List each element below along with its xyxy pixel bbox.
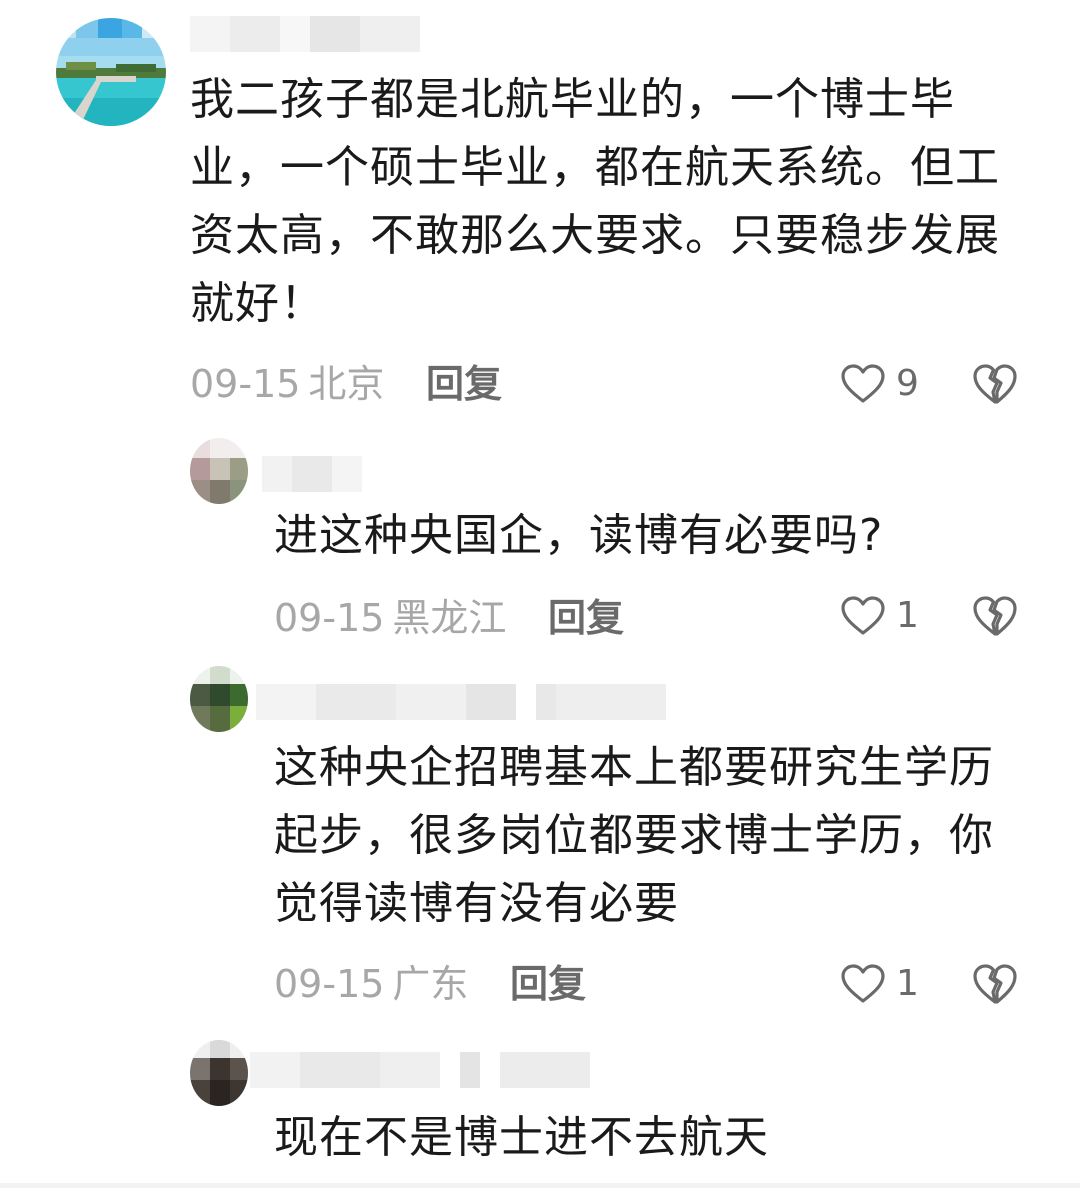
avatar-image xyxy=(56,18,166,126)
reply-button[interactable]: 回复 xyxy=(548,594,624,642)
avatar[interactable] xyxy=(56,18,166,126)
avatar[interactable] xyxy=(190,1040,248,1106)
heart-outline-icon xyxy=(841,964,885,1003)
comment-date: 09-15 xyxy=(190,362,301,406)
broken-heart-icon xyxy=(973,596,1017,636)
like-count: 1 xyxy=(896,595,919,636)
comment-location: 广东 xyxy=(392,962,469,1006)
like-count: 9 xyxy=(896,363,919,404)
divider xyxy=(0,1183,1080,1188)
username-blurred xyxy=(262,456,362,492)
reply-button[interactable]: 回复 xyxy=(426,360,502,408)
heart-outline-icon xyxy=(841,596,885,635)
avatar-image xyxy=(190,666,248,732)
dislike-button[interactable] xyxy=(972,594,1018,638)
comment-text: 现在不是博士进不去航天 xyxy=(274,1112,769,1163)
avatar[interactable] xyxy=(190,666,248,732)
avatar-image xyxy=(190,1040,248,1106)
comment-meta: 09-15 北京 xyxy=(190,360,384,408)
comment-date: 09-15 xyxy=(274,596,385,640)
like-button[interactable]: 1 xyxy=(840,592,919,640)
dislike-button[interactable] xyxy=(972,362,1018,406)
dislike-button[interactable] xyxy=(972,962,1018,1006)
comment-text: 我二孩子都是北航毕业的，一个博士毕业，一个硕士毕业，都在航天系统。但工资太高，不… xyxy=(190,74,1000,329)
comment-meta: 09-15 广东 xyxy=(274,960,468,1008)
avatar-image xyxy=(190,438,248,504)
reply-button[interactable]: 回复 xyxy=(510,960,586,1008)
comment-text: 进这种央国企，读博有必要吗? xyxy=(274,510,884,561)
broken-heart-icon xyxy=(973,964,1017,1004)
like-button[interactable]: 1 xyxy=(840,960,919,1008)
comment-meta: 09-15 黑龙江 xyxy=(274,594,506,642)
broken-heart-icon xyxy=(973,364,1017,404)
avatar[interactable] xyxy=(190,438,248,504)
comment-location: 黑龙江 xyxy=(392,596,507,640)
username-blurred xyxy=(250,1052,590,1088)
comment-date: 09-15 xyxy=(274,962,385,1006)
username-blurred xyxy=(256,684,666,720)
username-blurred xyxy=(190,16,420,52)
comment-location: 北京 xyxy=(308,362,385,406)
comment-text: 这种央企招聘基本上都要研究生学历起步，很多岗位都要求博士学历，你觉得读博有没有必… xyxy=(274,742,994,929)
heart-outline-icon xyxy=(841,364,885,403)
like-count: 1 xyxy=(896,963,919,1004)
like-button[interactable]: 9 xyxy=(840,360,919,408)
